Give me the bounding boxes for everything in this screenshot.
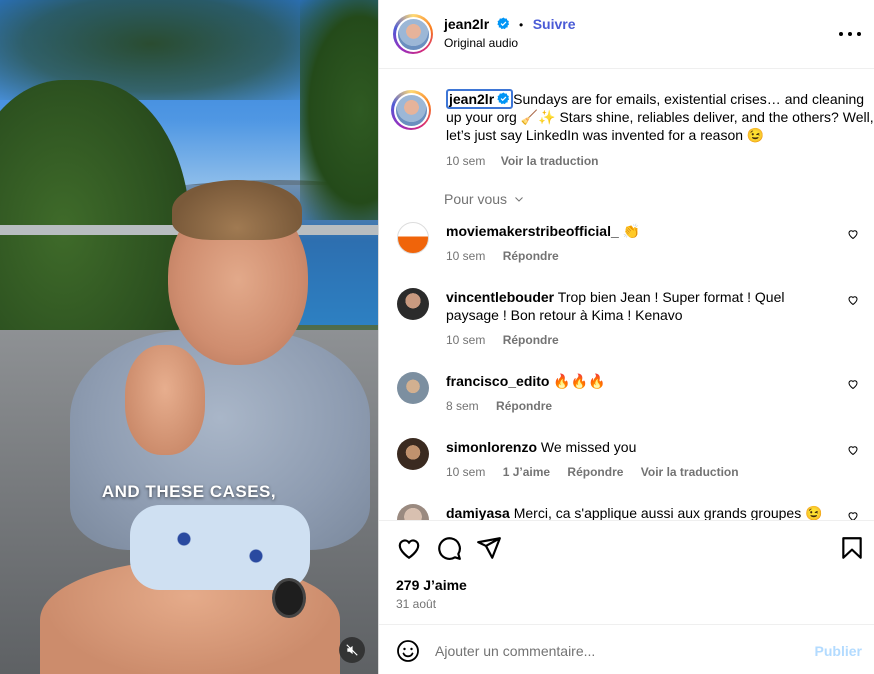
sort-dropdown[interactable]: Pour vous — [444, 191, 525, 207]
comment-username[interactable]: simonlorenzo — [446, 439, 537, 455]
avatar[interactable] — [397, 288, 429, 320]
heart-icon[interactable] — [847, 510, 859, 520]
comment-username[interactable]: moviemakerstribeofficial_ — [446, 223, 619, 239]
heart-icon[interactable] — [847, 294, 859, 306]
comment-time: 8 sem — [446, 399, 479, 413]
comment-username[interactable]: francisco_edito — [446, 373, 549, 389]
heart-icon[interactable] — [847, 228, 859, 240]
heart-icon[interactable] — [847, 378, 859, 390]
more-icon — [839, 32, 843, 36]
reply-button[interactable]: Répondre — [503, 249, 559, 263]
emoji-icon[interactable] — [396, 639, 420, 663]
reply-button[interactable]: Répondre — [503, 333, 559, 347]
mute-button[interactable] — [339, 637, 365, 663]
bookmark-icon[interactable] — [839, 535, 865, 561]
post-date: 31 août — [396, 597, 437, 611]
comment-text: 🔥🔥🔥 — [553, 373, 606, 389]
comment-composer: Publier — [379, 624, 874, 674]
chevron-down-icon — [515, 197, 523, 202]
comment-icon[interactable] — [436, 535, 462, 561]
comment-time: 10 sem — [446, 465, 486, 479]
more-options-button[interactable] — [839, 24, 861, 44]
avatar[interactable] — [397, 438, 429, 470]
caption-avatar[interactable] — [391, 90, 431, 130]
comment-likes[interactable]: 1 J’aime — [503, 465, 550, 479]
comment-input[interactable] — [435, 639, 795, 663]
heart-icon[interactable] — [396, 535, 422, 561]
translate-link[interactable]: Voir la traduction — [501, 154, 599, 168]
post-actions: 279 J’aime 31 août — [379, 520, 874, 624]
comment-text: Merci, ca s'applique aussi aux grands gr… — [513, 505, 823, 520]
reply-button[interactable]: Répondre — [567, 465, 623, 479]
caption-username[interactable]: jean2lr — [446, 89, 514, 109]
caption-time: 10 sem — [446, 154, 486, 168]
comment-text: 👏 — [622, 223, 641, 239]
likes-count[interactable]: 279 J’aime — [396, 577, 467, 593]
video-player[interactable]: AND THESE CASES, — [0, 0, 378, 674]
heart-icon[interactable] — [847, 444, 859, 456]
comment-time: 10 sem — [446, 249, 486, 263]
header-username[interactable]: jean2lr — [444, 16, 489, 32]
avatar[interactable] — [397, 222, 429, 254]
avatar[interactable] — [393, 14, 433, 54]
verified-icon — [496, 17, 509, 30]
comment-text: We missed you — [540, 439, 637, 455]
comment-username[interactable]: vincentlebouder — [446, 289, 554, 305]
post-details-panel: jean2lr • Suivre Original audio jean2lr … — [378, 0, 874, 674]
comment-username[interactable]: damiyasa — [446, 505, 510, 520]
translate-link[interactable]: Voir la traduction — [641, 465, 739, 479]
publish-button[interactable]: Publier — [815, 643, 862, 659]
comment-time: 10 sem — [446, 333, 486, 347]
video-caption-overlay: AND THESE CASES, — [101, 482, 277, 501]
post-header: jean2lr • Suivre Original audio — [379, 0, 874, 69]
verified-icon — [497, 92, 510, 105]
share-icon[interactable] — [476, 535, 502, 561]
avatar[interactable] — [397, 504, 429, 520]
avatar[interactable] — [397, 372, 429, 404]
mute-icon — [346, 644, 358, 656]
audio-label[interactable]: Original audio — [444, 36, 518, 50]
comments-list[interactable]: jean2lr Sundays are for emails, existent… — [379, 70, 874, 520]
reply-button[interactable]: Répondre — [496, 399, 552, 413]
follow-button[interactable]: Suivre — [533, 16, 576, 32]
